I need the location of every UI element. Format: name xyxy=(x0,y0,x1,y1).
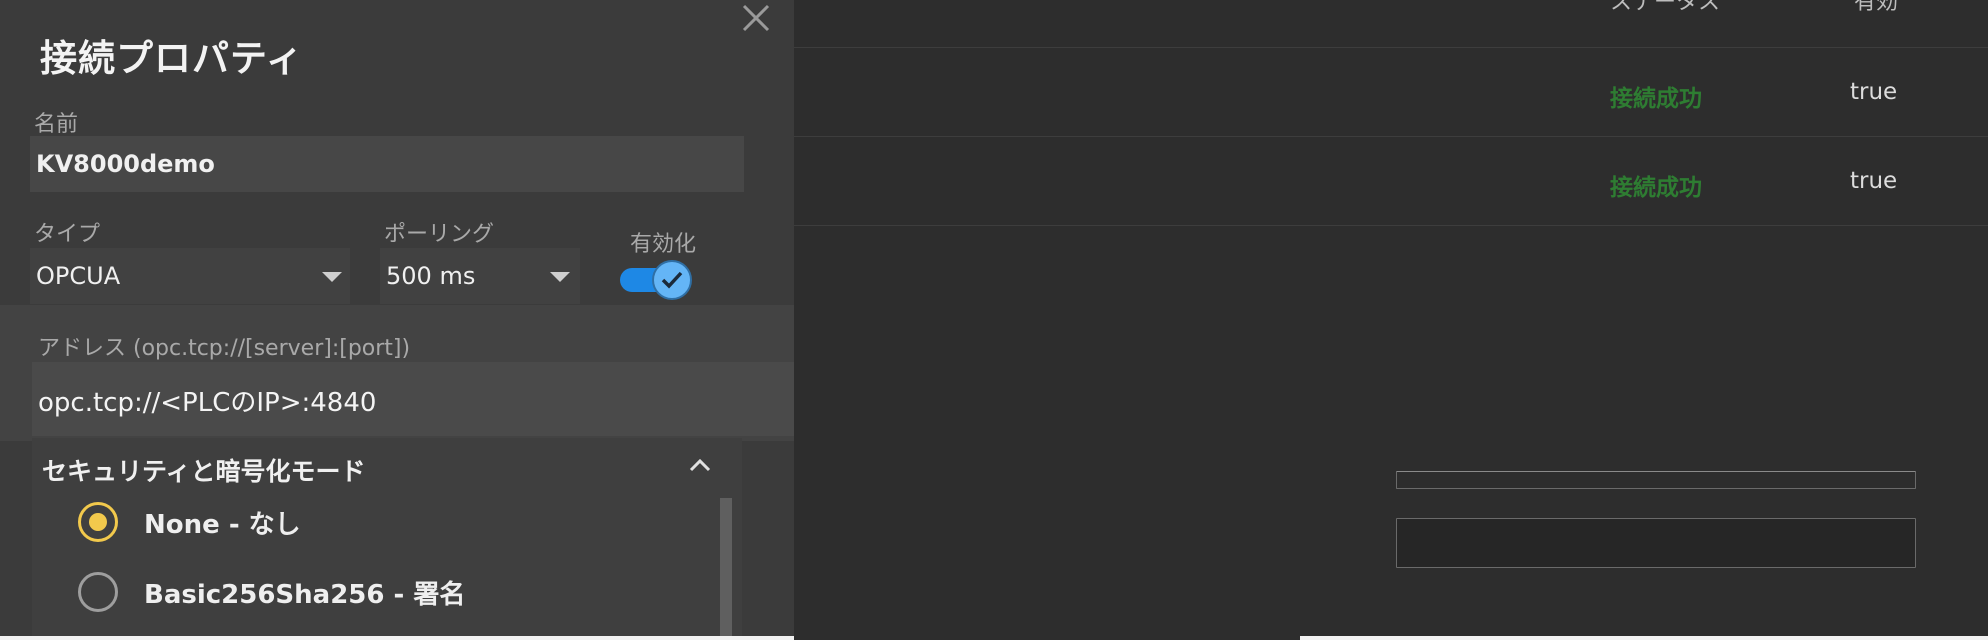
security-option-label: None - なし xyxy=(144,509,301,540)
security-option-label: Basic256Sha256 - 署名 xyxy=(144,579,466,610)
status-cell: 接続成功 xyxy=(1610,86,1702,112)
close-icon xyxy=(742,4,770,32)
dialog-title: 接続プロパティ xyxy=(40,37,304,80)
ghost-outline xyxy=(1396,471,1916,489)
name-label: 名前 xyxy=(34,112,79,137)
scrollbar[interactable] xyxy=(720,498,732,640)
table-row[interactable]: 接続成功 true xyxy=(794,138,1988,226)
radio-unselected-icon[interactable] xyxy=(78,572,118,612)
chevron-down-icon xyxy=(322,272,342,282)
column-header-enabled[interactable]: 有効 xyxy=(1854,0,1898,16)
security-option-basic256sha256[interactable]: Basic256Sha256 - 署名 xyxy=(78,568,465,616)
type-value: OPCUA xyxy=(36,262,121,290)
table-header: ステータス 有効 xyxy=(794,0,1988,48)
polling-value: 500 ms xyxy=(386,262,476,290)
polling-label: ポーリング xyxy=(384,222,495,247)
ghost-outline xyxy=(1396,518,1916,568)
bottom-strip xyxy=(0,636,794,640)
security-panel: セキュリティと暗号化モード None - なし Basic256Sha256 -… xyxy=(32,438,742,640)
security-panel-body: セキュリティと暗号化モード None - なし Basic256Sha256 -… xyxy=(32,438,742,640)
security-option-none[interactable]: None - なし xyxy=(78,498,301,546)
connection-properties-dialog: 接続プロパティ 名前 KV8000demo タイプ OPCUA ポーリング 50… xyxy=(0,0,794,640)
security-title[interactable]: セキュリティと暗号化モード xyxy=(42,452,366,488)
status-cell: 接続成功 xyxy=(1610,175,1702,201)
table-row[interactable]: 接続成功 true xyxy=(794,49,1988,137)
enabled-label: 有効化 xyxy=(630,232,697,257)
column-header-status[interactable]: ステータス xyxy=(1610,0,1720,16)
toggle-knob xyxy=(652,260,692,300)
chevron-down-icon xyxy=(550,272,570,282)
address-label: アドレス (opc.tcp://[server]:[port]) xyxy=(38,336,411,361)
name-field[interactable]: KV8000demo xyxy=(30,136,744,192)
check-icon xyxy=(661,271,683,289)
polling-select[interactable]: 500 ms xyxy=(380,248,580,304)
enabled-toggle[interactable] xyxy=(618,258,692,302)
close-button[interactable] xyxy=(738,0,774,36)
bottom-strip xyxy=(1300,636,1988,640)
radio-selected-icon[interactable] xyxy=(78,502,118,542)
name-value: KV8000demo xyxy=(36,150,215,178)
type-select[interactable]: OPCUA xyxy=(30,248,350,304)
enabled-cell: true xyxy=(1850,79,1898,105)
type-label: タイプ xyxy=(34,222,101,247)
chevron-up-icon xyxy=(689,458,711,472)
address-value: opc.tcp://<PLCのIP>:4840 xyxy=(38,388,377,418)
collapse-button[interactable] xyxy=(682,448,718,484)
enabled-cell: true xyxy=(1850,168,1898,194)
address-field[interactable]: opc.tcp://<PLCのIP>:4840 xyxy=(32,362,794,436)
